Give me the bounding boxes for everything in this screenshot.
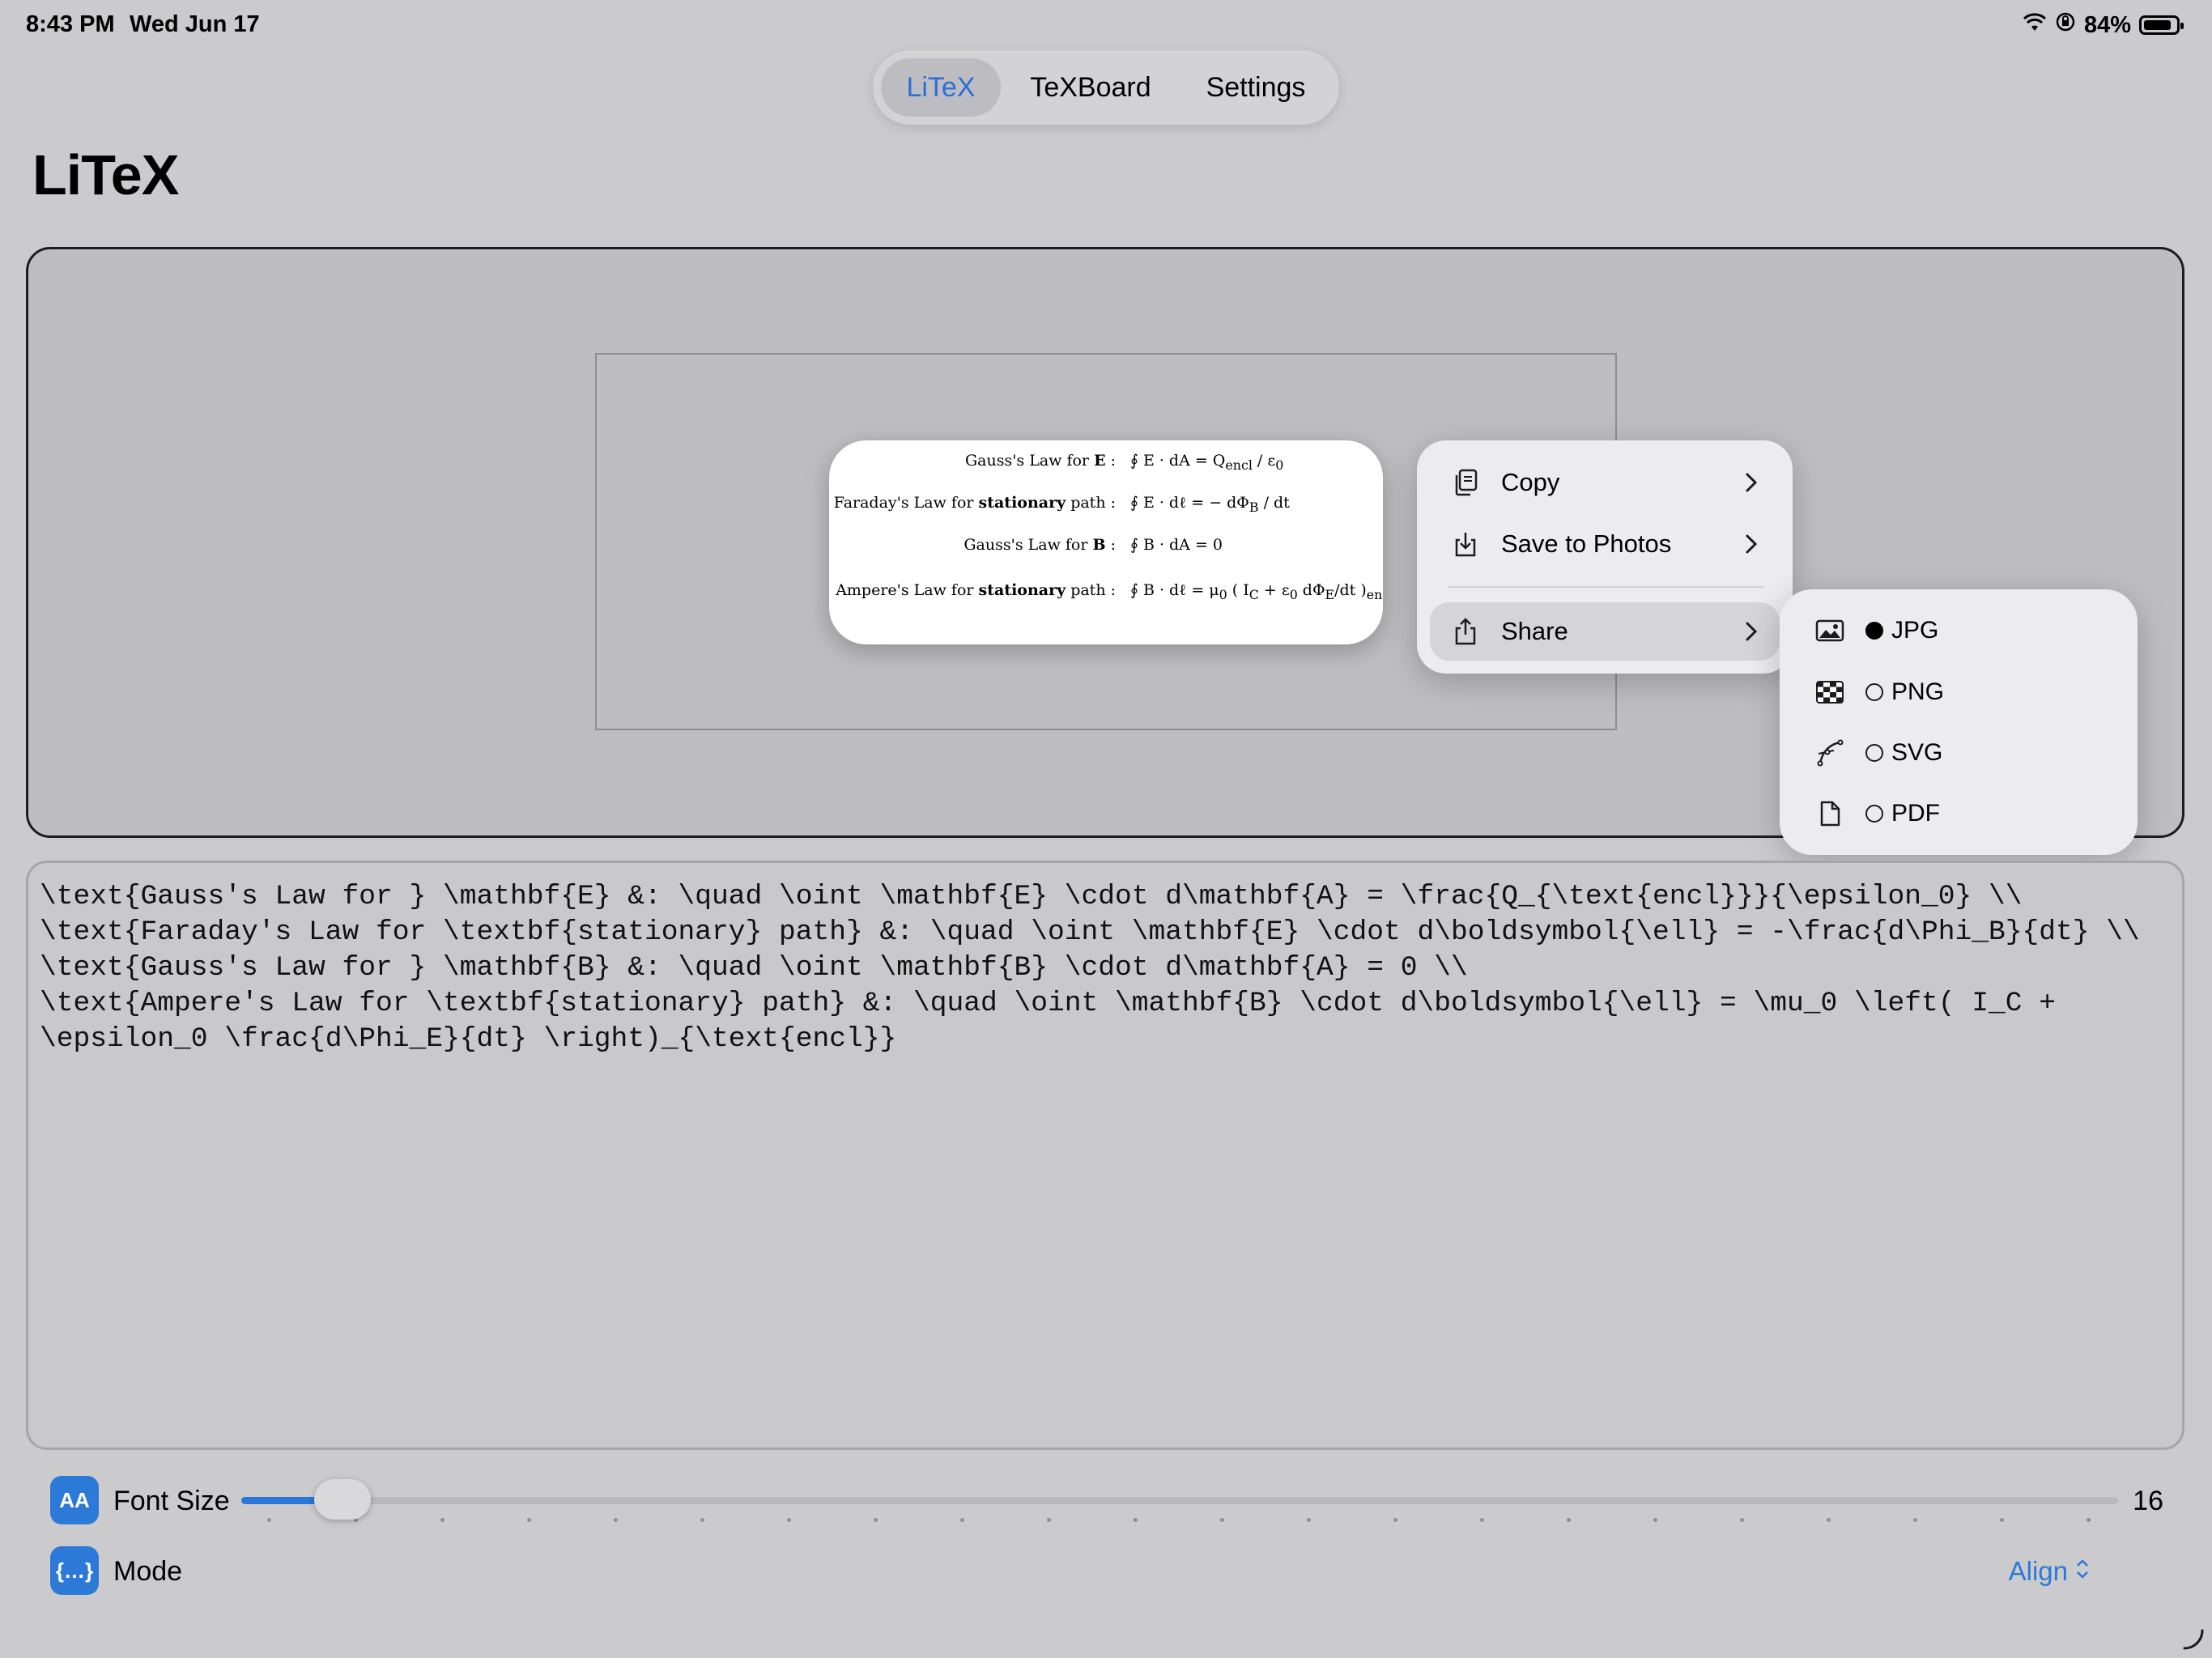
share-option-svg[interactable]: SVG: [1780, 725, 2138, 781]
radio-selected-icon: [1865, 622, 1883, 640]
equation-row: Faraday's Law for stationary path : ∮ E …: [829, 483, 1383, 523]
image-icon: [1814, 614, 1846, 647]
slider-tick: [440, 1518, 445, 1522]
font-size-value: 16: [2133, 1486, 2163, 1516]
tab-texboard[interactable]: TeXBoard: [1014, 58, 1168, 117]
mode-icon: {…}: [50, 1546, 99, 1595]
menu-item-label: Copy: [1501, 468, 1560, 496]
mode-value: Align: [2008, 1556, 2068, 1586]
slider-tick: [267, 1518, 271, 1522]
slider-tick: [1220, 1518, 1224, 1522]
font-size-label: Font Size: [113, 1486, 230, 1516]
slider-tick: [614, 1518, 618, 1522]
status-bar: 8:43 PM Wed Jun 17 84%: [0, 0, 2212, 52]
equation-math: ∮ E · dA = Qencl / ε0: [1130, 452, 1284, 473]
latex-editor[interactable]: \text{Gauss's Law for } \mathbf{E} &: \q…: [26, 861, 2184, 1450]
code-line: \text{Faraday's Law for \textbf{stationa…: [40, 916, 2140, 948]
copy-icon: [1449, 466, 1482, 499]
chevron-right-icon: [1739, 534, 1763, 554]
slider-thumb[interactable]: [313, 1479, 371, 1520]
status-indicators: 84%: [2023, 11, 2184, 39]
share-option-label: SVG: [1891, 739, 1943, 766]
menu-item-copy[interactable]: Copy: [1430, 453, 1780, 512]
equation-math: ∮ B · dA = 0: [1130, 536, 1223, 554]
menu-item-share[interactable]: Share: [1430, 602, 1780, 661]
equation-label: Ampere's Law for stationary path :: [836, 581, 1116, 599]
share-option-label: JPG: [1891, 617, 1939, 644]
code-line: \text{Ampere's Law for \textbf{stationar…: [40, 988, 2057, 1019]
slider-tick: [1740, 1518, 1744, 1522]
tab-bar: LiTeX TeXBoard Settings: [873, 50, 1339, 125]
share-option-png[interactable]: PNG: [1780, 664, 2138, 721]
share-submenu: JPG PNG SVG PDF: [1780, 589, 2138, 855]
orientation-lock-icon: [2055, 11, 2076, 39]
menu-item-label: Save to Photos: [1501, 529, 1672, 558]
slider-tick: [527, 1518, 531, 1522]
font-size-slider[interactable]: [241, 1479, 2118, 1522]
equation-label: Gauss's Law for E :: [964, 452, 1116, 470]
slider-tick: [960, 1518, 964, 1522]
document-icon: [1814, 797, 1846, 830]
equation-preview-card[interactable]: Gauss's Law for E : ∮ E · dA = Qencl / ε…: [829, 440, 1383, 644]
checkerboard-icon: [1814, 676, 1846, 708]
radio-unselected-icon: [1865, 683, 1883, 701]
wifi-icon: [2023, 12, 2047, 39]
slider-tick: [1827, 1518, 1831, 1522]
save-to-photos-icon: [1449, 528, 1482, 560]
status-time: 8:43 PM: [26, 11, 115, 37]
share-option-label: PNG: [1891, 678, 1945, 705]
equation-row: Ampere's Law for stationary path : ∮ B ·…: [829, 570, 1383, 610]
page-title: LiTeX: [32, 143, 179, 206]
share-option-label: PDF: [1891, 800, 1940, 827]
equation-math: ∮ B · dℓ = μ0 ( IC + ε0 dΦE/dt )encl: [1130, 581, 1383, 602]
status-date: Wed Jun 17: [130, 11, 260, 37]
slider-tick: [1480, 1518, 1484, 1522]
mode-control: {…} Mode Align: [50, 1546, 2163, 1595]
mode-picker[interactable]: Align: [2009, 1556, 2089, 1587]
context-menu: Copy Save to Photos Share: [1417, 440, 1793, 674]
share-option-pdf[interactable]: PDF: [1780, 785, 2138, 842]
slider-tick: [1393, 1518, 1397, 1522]
mode-label: Mode: [113, 1556, 183, 1587]
radio-unselected-icon: [1865, 805, 1883, 823]
equation-label: Faraday's Law for stationary path :: [833, 494, 1116, 512]
equation-row: Gauss's Law for B : ∮ B · dA = 0: [829, 525, 1383, 565]
code-line: \epsilon_0 \frac{d\Phi_E}{dt} \right)_{\…: [40, 1023, 897, 1055]
slider-tick: [1047, 1518, 1051, 1522]
chevron-right-icon: [1739, 473, 1763, 492]
code-line: \text{Gauss's Law for } \mathbf{E} &: \q…: [40, 881, 2023, 912]
share-icon: [1449, 615, 1482, 648]
slider-tick: [874, 1518, 878, 1522]
radio-unselected-icon: [1865, 744, 1883, 762]
equation-row: Gauss's Law for E : ∮ E · dA = Qencl / ε…: [829, 440, 1383, 481]
equation-math: ∮ E · dℓ = − dΦB / dt: [1130, 494, 1290, 515]
tab-settings[interactable]: Settings: [1180, 58, 1331, 117]
slider-tick: [2000, 1518, 2004, 1522]
slider-tick: [1653, 1518, 1657, 1522]
bezier-curve-icon: [1814, 737, 1846, 769]
slider-tick: [2087, 1518, 2091, 1522]
tab-litex[interactable]: LiTeX: [881, 58, 1001, 117]
slider-tick: [1567, 1518, 1571, 1522]
chevron-up-down-icon: [2076, 1556, 2089, 1587]
slider-tick: [1913, 1518, 1917, 1522]
chevron-right-icon: [1739, 622, 1763, 641]
battery-icon: [2139, 15, 2184, 35]
equation-label: Gauss's Law for B :: [963, 536, 1116, 554]
font-size-control: AA Font Size 16: [50, 1476, 2163, 1524]
battery-percent: 84%: [2083, 11, 2131, 38]
slider-tick: [1307, 1518, 1311, 1522]
code-line: \text{Gauss's Law for } \mathbf{B} &: \q…: [40, 952, 1468, 984]
menu-separator: [1448, 586, 1763, 588]
share-option-jpg[interactable]: JPG: [1780, 602, 2138, 659]
font-size-icon: AA: [50, 1476, 99, 1524]
menu-item-label: Share: [1501, 617, 1568, 645]
menu-item-save-to-photos[interactable]: Save to Photos: [1430, 515, 1780, 573]
slider-tick: [700, 1518, 704, 1522]
resize-grabber-icon[interactable]: [2181, 1627, 2206, 1652]
slider-tick: [1134, 1518, 1138, 1522]
slider-tick: [787, 1518, 791, 1522]
